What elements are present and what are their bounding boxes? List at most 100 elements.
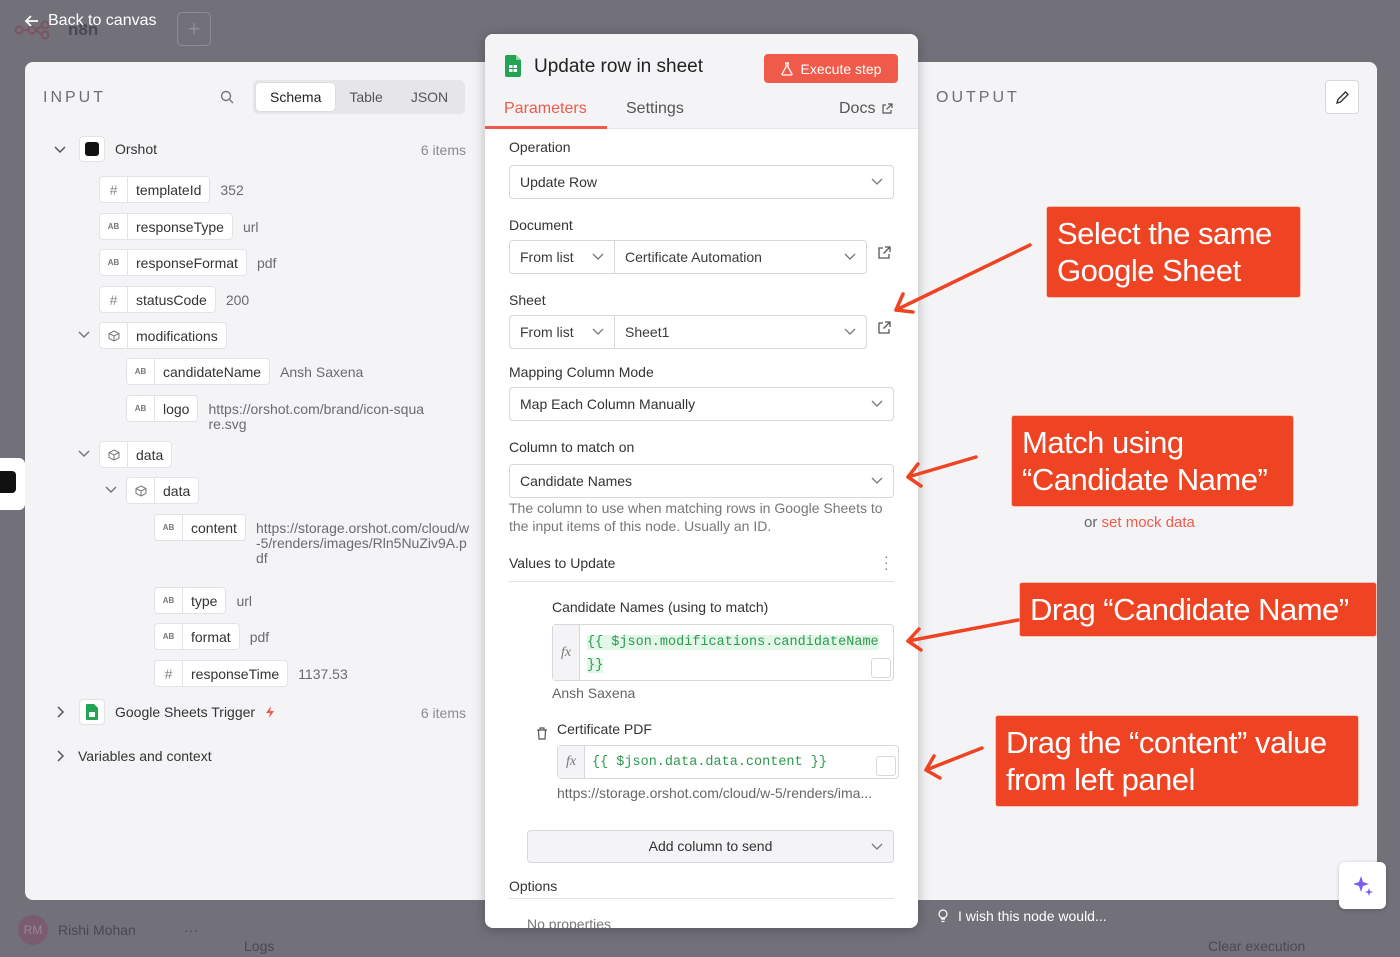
clear-execution-button[interactable]: Clear execution bbox=[1208, 938, 1305, 954]
ai-assistant-button[interactable] bbox=[1339, 862, 1386, 909]
mapping-select[interactable]: Map Each Column Manually bbox=[509, 387, 894, 421]
tab-table[interactable]: Table bbox=[335, 83, 396, 111]
field-data-inner[interactable]: data bbox=[126, 477, 200, 504]
docs-link[interactable]: Docs bbox=[839, 100, 894, 118]
search-icon[interactable] bbox=[220, 90, 234, 104]
chevron-down-icon bbox=[871, 400, 883, 407]
tree-node-google-sheets-trigger[interactable]: Google Sheets Trigger bbox=[79, 699, 275, 725]
chevron-down-icon[interactable] bbox=[54, 143, 66, 155]
trash-icon[interactable] bbox=[536, 727, 548, 740]
orshot-count: 6 items bbox=[420, 142, 466, 158]
col1-expression-input[interactable]: fx {{ $json.modifications.candidateName}… bbox=[552, 624, 894, 681]
lightbulb-icon bbox=[938, 909, 948, 923]
match-column-select[interactable]: Candidate Names bbox=[509, 464, 894, 498]
variables-context[interactable]: Variables and context bbox=[78, 748, 212, 764]
fx-icon: fx bbox=[553, 625, 580, 680]
node-header: Update row in sheet Execute step Paramet… bbox=[485, 34, 918, 129]
annotation-select-sheet: Select the same Google Sheet bbox=[1046, 206, 1301, 298]
match-hint: The column to use when matching rows in … bbox=[509, 500, 883, 534]
chevron-down-icon[interactable] bbox=[78, 447, 90, 459]
document-mode-select[interactable]: From list bbox=[510, 241, 615, 273]
sheet-select[interactable]: From list Sheet1 bbox=[509, 315, 867, 349]
col2-result: https://storage.orshot.com/cloud/w-5/ren… bbox=[557, 785, 873, 801]
tab-json[interactable]: JSON bbox=[397, 83, 462, 111]
flask-icon bbox=[780, 61, 793, 76]
external-link-icon[interactable] bbox=[877, 246, 891, 260]
sheet-value-select[interactable]: Sheet1 bbox=[615, 316, 866, 348]
field-candidateName[interactable]: AB candidateName Ansh Saxena bbox=[126, 358, 363, 385]
field-modifications[interactable]: modifications bbox=[99, 322, 227, 349]
field-type[interactable]: AB type url bbox=[154, 587, 252, 614]
col2-expression-input[interactable]: fx {{ $json.data.data.content }} bbox=[557, 745, 899, 779]
sparkle-icon bbox=[1353, 876, 1373, 896]
chevron-down-icon bbox=[871, 477, 883, 484]
document-select[interactable]: From list Certificate Automation bbox=[509, 240, 867, 274]
chevron-down-icon bbox=[592, 328, 604, 335]
sheet-mode-select[interactable]: From list bbox=[510, 316, 615, 348]
back-label: Back to canvas bbox=[48, 12, 157, 29]
external-link-icon[interactable] bbox=[877, 321, 891, 335]
field-format[interactable]: AB format pdf bbox=[154, 623, 269, 650]
edit-output-button[interactable] bbox=[1325, 80, 1359, 114]
chevron-right-icon[interactable] bbox=[54, 750, 66, 762]
output-title: OUTPUT bbox=[936, 89, 1020, 106]
chevron-down-icon bbox=[871, 178, 883, 185]
chevron-down-icon[interactable] bbox=[78, 328, 90, 340]
node-parameters-panel: Update row in sheet Execute step Paramet… bbox=[485, 34, 918, 928]
field-logo[interactable]: AB logo https://orshot.com/brand/icon-squ… bbox=[126, 395, 428, 432]
input-panel: INPUT Schema Table JSON Orshot 6 items #… bbox=[25, 62, 485, 900]
string-type-icon: AB bbox=[100, 250, 128, 275]
node-icon bbox=[0, 471, 16, 493]
expand-editor-icon[interactable] bbox=[871, 658, 891, 678]
string-type-icon: AB bbox=[155, 624, 183, 649]
chevron-right-icon[interactable] bbox=[54, 706, 66, 718]
operation-select[interactable]: Update Row bbox=[509, 165, 894, 199]
execute-step-button[interactable]: Execute step bbox=[764, 54, 898, 83]
avatar: RM bbox=[18, 915, 48, 945]
tab-parameters[interactable]: Parameters bbox=[504, 100, 587, 118]
feedback-row[interactable]: I wish this node would... bbox=[938, 908, 1107, 924]
chevron-down-icon bbox=[592, 253, 604, 260]
user-more-icon[interactable]: ··· bbox=[184, 922, 198, 938]
field-data[interactable]: data bbox=[99, 441, 173, 468]
field-content[interactable]: AB content https://storage.orshot.com/clo… bbox=[154, 514, 470, 566]
user-menu[interactable]: RM Rishi Mohan bbox=[18, 915, 136, 945]
options-label: Options bbox=[509, 878, 558, 894]
bolt-icon bbox=[266, 706, 275, 718]
logs-label[interactable]: Logs bbox=[244, 938, 274, 954]
field-responseFormat[interactable]: AB responseFormat pdf bbox=[99, 249, 276, 276]
set-mock-data-link[interactable]: set mock data bbox=[1102, 514, 1195, 531]
back-arrow-icon bbox=[24, 15, 38, 27]
orshot-name: Orshot bbox=[115, 141, 158, 157]
pencil-icon bbox=[1335, 91, 1349, 105]
tab-settings[interactable]: Settings bbox=[626, 100, 684, 118]
add-node-button[interactable]: + bbox=[177, 12, 211, 46]
document-value-select[interactable]: Certificate Automation bbox=[615, 241, 866, 273]
string-type-icon: AB bbox=[127, 396, 155, 421]
field-responseType[interactable]: AB responseType url bbox=[99, 213, 259, 240]
cube-icon bbox=[100, 323, 128, 348]
options-divider bbox=[509, 898, 894, 899]
chevron-down-icon bbox=[844, 253, 856, 260]
tree-node-orshot[interactable]: Orshot bbox=[79, 136, 157, 162]
field-templateId[interactable]: # templateId 352 bbox=[99, 176, 244, 203]
mock-data-row: or set mock data bbox=[1084, 514, 1195, 531]
string-type-icon: AB bbox=[127, 359, 155, 384]
hash-icon: # bbox=[155, 661, 183, 686]
expand-editor-icon[interactable] bbox=[876, 756, 896, 776]
left-node-tab[interactable] bbox=[0, 458, 25, 510]
tab-schema[interactable]: Schema bbox=[256, 83, 336, 111]
back-to-canvas-link[interactable]: Back to canvas bbox=[24, 12, 157, 30]
values-divider bbox=[509, 581, 894, 582]
annotation-match-column: Match using “Candidate Name” bbox=[1011, 415, 1294, 507]
field-responseTime[interactable]: # responseTime 1137.53 bbox=[154, 660, 348, 687]
chevron-down-icon[interactable] bbox=[105, 483, 117, 495]
external-link-icon bbox=[882, 103, 894, 114]
cube-icon bbox=[127, 478, 155, 503]
input-title: INPUT bbox=[43, 89, 106, 106]
google-sheets-icon bbox=[79, 699, 105, 725]
add-column-button[interactable]: Add column to send bbox=[527, 830, 894, 863]
field-statusCode[interactable]: # statusCode 200 bbox=[99, 286, 249, 313]
col1-label: Candidate Names (using to match) bbox=[552, 599, 769, 615]
values-menu-icon[interactable]: · · · bbox=[884, 549, 889, 575]
